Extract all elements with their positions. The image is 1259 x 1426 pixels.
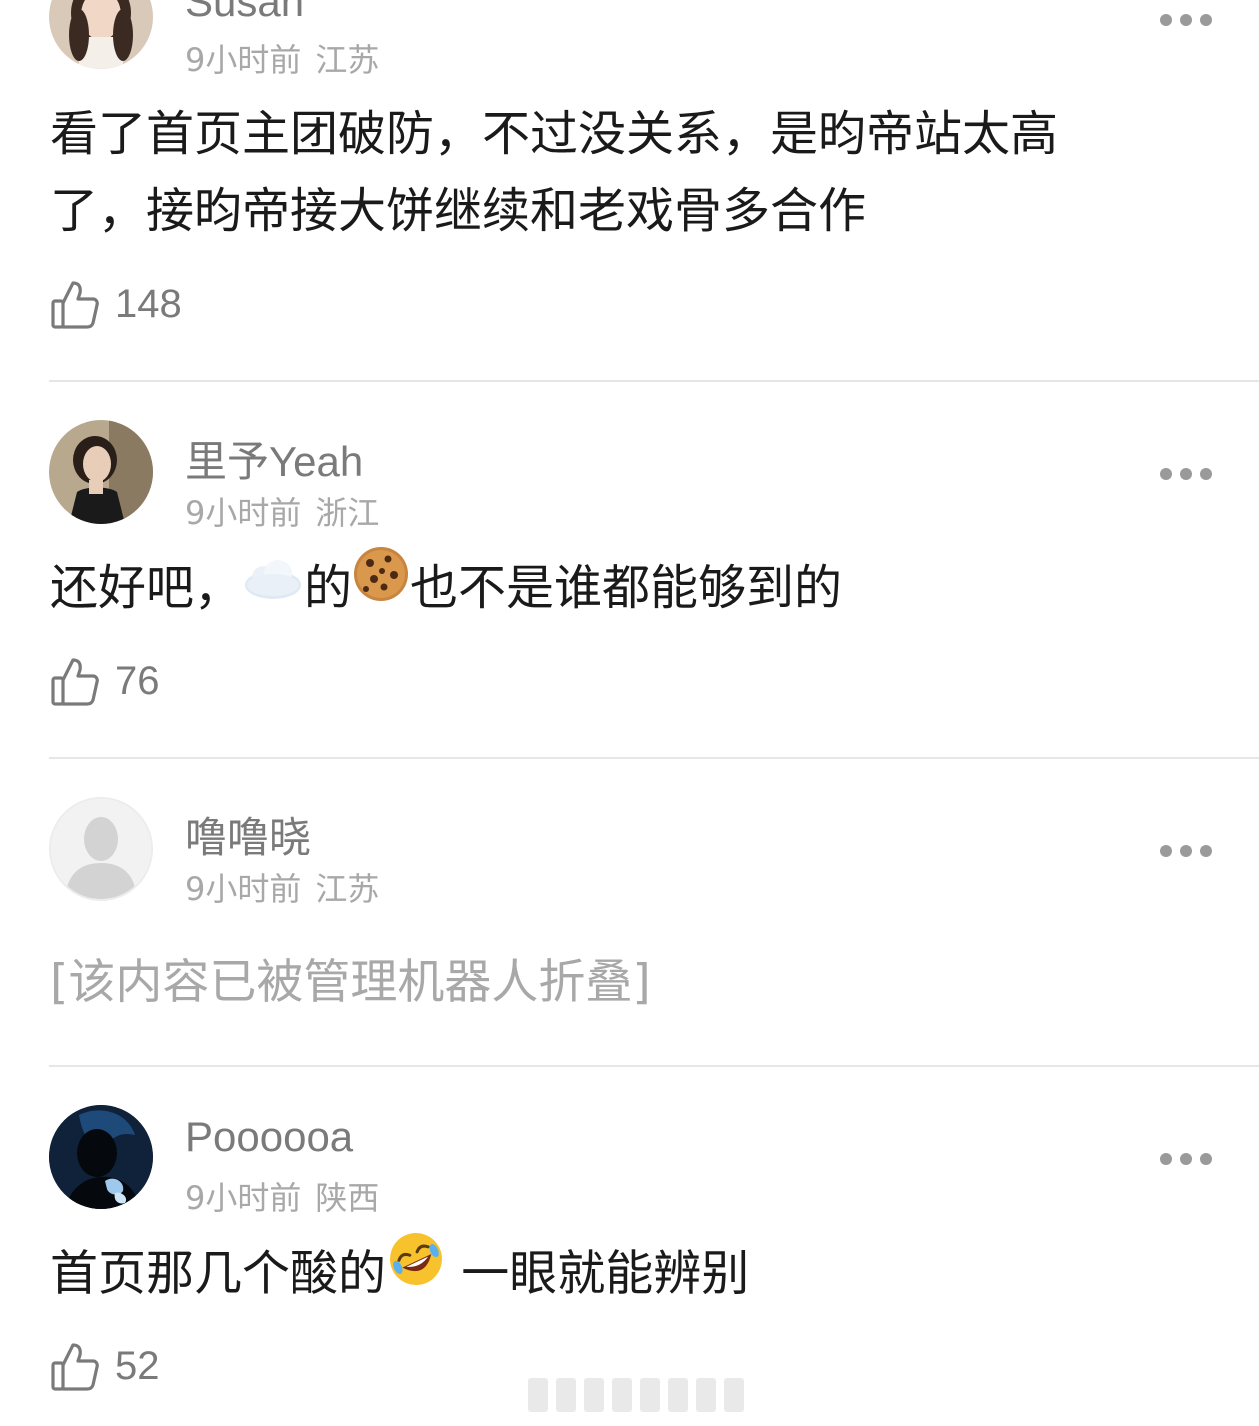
comment-text: 看了首页主团破防，不过没关系，是昀帝站太高 了，接昀帝接大饼继续和老戏骨多合作	[50, 96, 1190, 250]
comment-meta: 9小时前 江苏	[185, 35, 379, 81]
like-count: 148	[115, 281, 182, 326]
cookie-emoji	[352, 545, 410, 626]
username[interactable]: 噜噜晓	[185, 804, 311, 865]
username[interactable]: 里予Yeah	[185, 428, 363, 489]
comment-meta: 9小时前 江苏	[185, 864, 379, 910]
comment-text-segment: 也不是谁都能够到的	[410, 560, 843, 616]
more-dots-icon[interactable]	[1160, 1152, 1212, 1166]
comment-time: 9小时前	[185, 870, 302, 908]
like-button[interactable]: 148	[51, 278, 182, 330]
avatar[interactable]	[49, 1105, 153, 1209]
comment-meta: 9小时前 陕西	[185, 1173, 379, 1219]
like-count: 52	[115, 1343, 160, 1388]
avatar[interactable]	[49, 0, 153, 69]
like-button[interactable]: 52	[51, 1340, 160, 1392]
cloud-emoji	[242, 547, 304, 624]
comment-text: 还好吧， 的 也不是谁都能够到的	[50, 546, 1190, 632]
comment-location: 浙江	[315, 494, 380, 532]
comment-time: 9小时前	[185, 494, 302, 532]
comment-location: 江苏	[315, 41, 380, 79]
comment-text-line: 看了首页主团破防，不过没关系，是昀帝站太高	[50, 106, 1059, 162]
more-dots-icon[interactable]	[1160, 844, 1212, 858]
comment-text-segment: 还好吧，	[50, 560, 243, 616]
like-count: 76	[115, 658, 160, 703]
more-dots-icon[interactable]	[1160, 13, 1212, 27]
username[interactable]: Poooooa	[185, 1113, 353, 1161]
divider	[49, 1065, 1259, 1067]
like-button[interactable]: 76	[51, 655, 160, 707]
divider	[49, 757, 1259, 759]
thumbs-up-icon	[51, 1343, 99, 1391]
comment-text: 首页那几个酸的 一眼就能辨别	[50, 1233, 1190, 1318]
username[interactable]: Susan	[185, 0, 304, 26]
thumbs-up-icon	[51, 658, 99, 706]
divider	[49, 380, 1259, 382]
comment-text-line: 了，接昀帝接大饼继续和老戏骨多合作	[50, 183, 867, 239]
comment-time: 9小时前	[185, 1179, 302, 1217]
avatar[interactable]	[49, 420, 153, 524]
comment-text-segment: 首页那几个酸的	[50, 1245, 387, 1302]
watermark	[528, 1378, 744, 1416]
comment-text-segment: 的	[304, 560, 353, 616]
comment-time: 9小时前	[185, 41, 302, 79]
comment-text-segment: 一眼就能辨别	[446, 1245, 750, 1302]
rolling-on-floor-laughing-emoji	[386, 1229, 446, 1312]
comment-location: 江苏	[315, 870, 380, 908]
avatar[interactable]	[49, 797, 153, 901]
thumbs-up-icon	[51, 281, 99, 329]
comment-location: 陕西	[315, 1179, 380, 1217]
folded-notice[interactable]: [该内容已被管理机器人折叠]	[50, 944, 1190, 1021]
comment-meta: 9小时前 浙江	[185, 488, 379, 534]
more-dots-icon[interactable]	[1160, 467, 1212, 481]
